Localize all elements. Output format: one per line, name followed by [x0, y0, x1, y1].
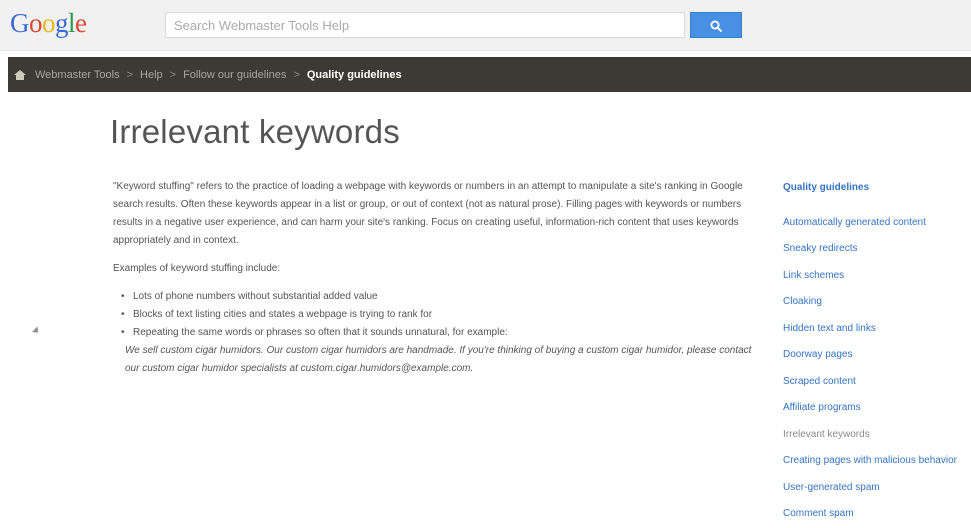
logo-letter: o: [42, 8, 56, 38]
breadcrumb-separator: >: [293, 68, 300, 81]
breadcrumb-item[interactable]: Webmaster Tools: [35, 69, 120, 81]
sidebar-item-comment-spam[interactable]: Comment spam: [783, 501, 971, 528]
page-title: Irrelevant keywords: [110, 113, 400, 150]
list-item: Lots of phone numbers without substantia…: [121, 288, 753, 306]
breadcrumb-current: Quality guidelines: [306, 68, 402, 81]
breadcrumb: Webmaster Tools > Help > Follow our guid…: [8, 57, 971, 92]
sidebar-item-doorway-pages[interactable]: Doorway pages: [783, 342, 971, 369]
home-icon[interactable]: [14, 69, 26, 80]
breadcrumb-item[interactable]: Follow our guidelines: [183, 69, 286, 81]
sidebar-item-irrelevant-keywords: Irrelevant keywords: [783, 428, 870, 440]
example-text: We sell custom cigar humidors. Our custo…: [125, 345, 752, 374]
sidebar-heading[interactable]: Quality guidelines: [783, 175, 971, 202]
breadcrumb-item[interactable]: Help: [140, 69, 163, 81]
examples-list: Lots of phone numbers without substantia…: [113, 288, 753, 342]
search-placeholder: Search Webmaster Tools Help: [174, 18, 350, 33]
logo-letter: G: [10, 8, 30, 38]
breadcrumb-separator: >: [126, 68, 134, 81]
list-item: Blocks of text listing cities and states…: [121, 306, 753, 324]
sidebar-item-malicious-behavior[interactable]: Creating pages with malicious behavior: [783, 448, 971, 475]
sidebar-item-sneaky-redirects[interactable]: Sneaky redirects: [783, 236, 971, 263]
logo-letter: o: [29, 8, 43, 38]
examples-label: Examples of keyword stuffing include:: [113, 263, 281, 274]
sidebar-nav: Quality guidelines Automatically generat…: [783, 175, 971, 528]
sidebar-item-hidden-text-and-links[interactable]: Hidden text and links: [783, 316, 971, 343]
list-item: Repeating the same words or phrases so o…: [121, 324, 753, 342]
sidebar-item-user-generated-spam[interactable]: User-generated spam: [783, 475, 971, 502]
google-logo[interactable]: Google: [10, 8, 87, 39]
search-icon: [710, 20, 722, 33]
sidebar-item-automatically-generated-content[interactable]: Automatically generated content: [783, 210, 971, 237]
sidebar-item-link-schemes[interactable]: Link schemes: [783, 263, 971, 290]
sidebar-item-scraped-content[interactable]: Scraped content: [783, 369, 971, 396]
logo-letter: l: [68, 8, 76, 38]
sidebar-item-cloaking[interactable]: Cloaking: [783, 289, 971, 316]
logo-letter: e: [75, 8, 87, 38]
search-button[interactable]: [690, 12, 742, 38]
intro-paragraph: "Keyword stuffing" refers to the practic…: [113, 181, 743, 246]
logo-letter: g: [55, 8, 69, 38]
mouse-cursor-icon: [31, 326, 42, 336]
breadcrumb-separator: >: [169, 68, 177, 81]
search-input[interactable]: Search Webmaster Tools Help: [165, 12, 685, 38]
top-bar: Google Search Webmaster Tools Help: [0, 0, 971, 51]
article-body: "Keyword stuffing" refers to the practic…: [113, 178, 753, 378]
sidebar-item-affiliate-programs[interactable]: Affiliate programs: [783, 395, 971, 422]
